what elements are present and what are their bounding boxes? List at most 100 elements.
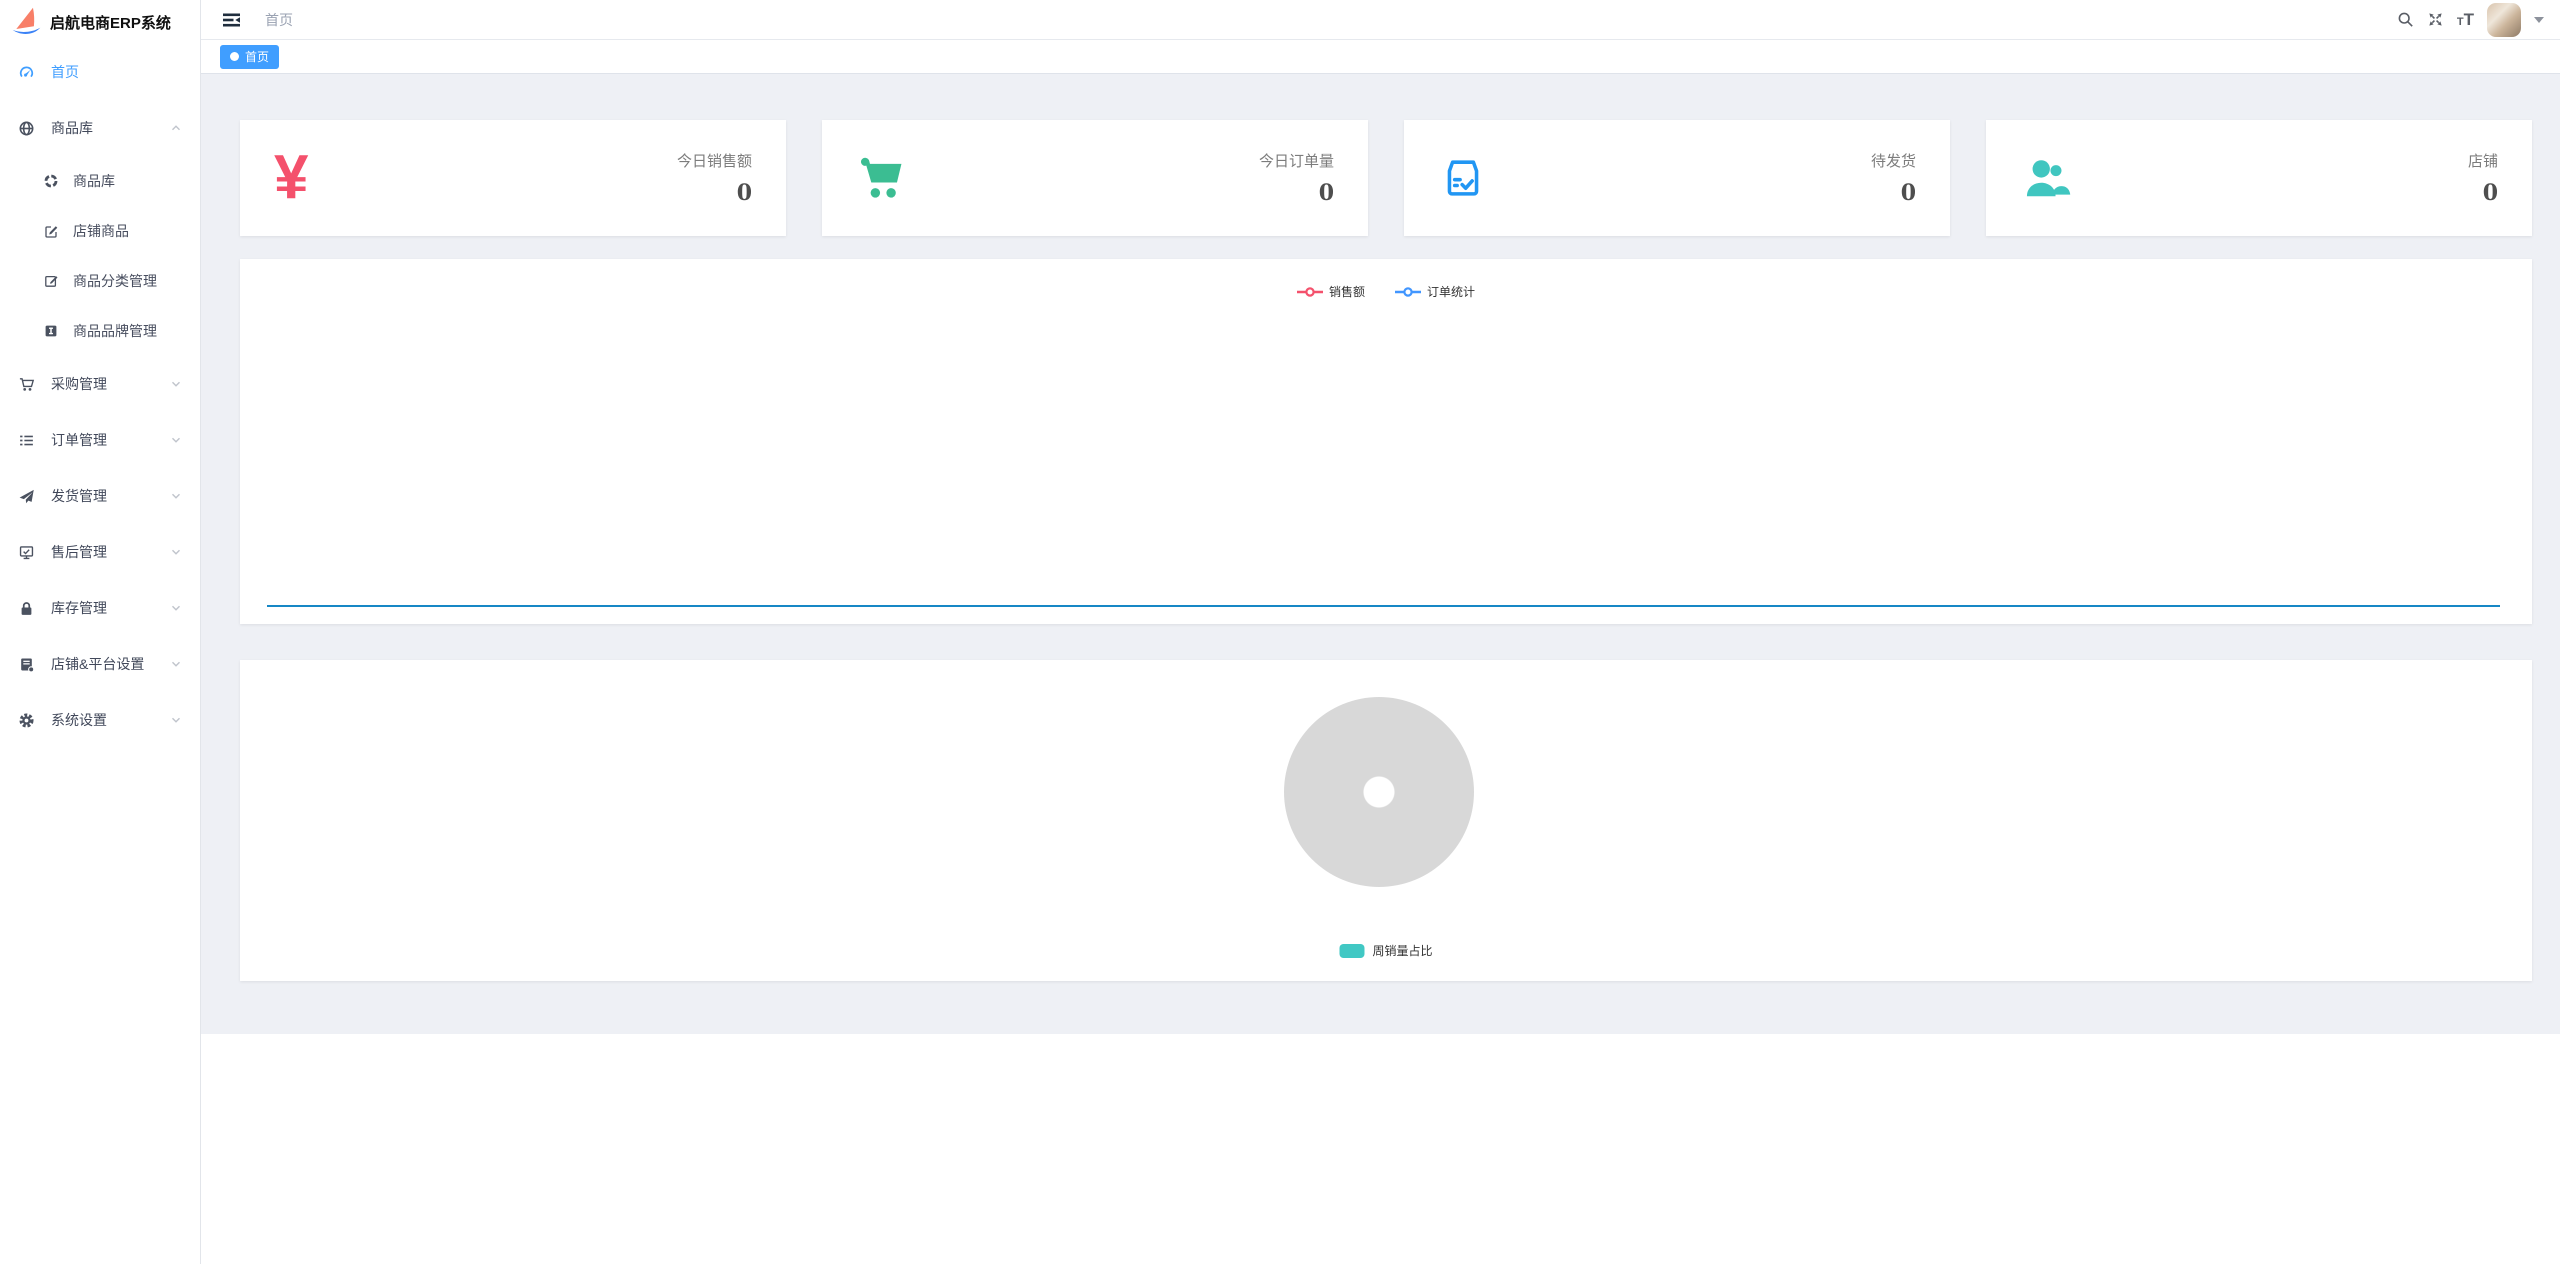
sidebar-item-orders[interactable]: 订单管理 bbox=[0, 412, 200, 468]
stat-card-today-sales: 今日销售额 0 bbox=[240, 120, 786, 236]
fullscreen-icon[interactable] bbox=[2427, 11, 2444, 28]
gear-icon bbox=[18, 712, 35, 729]
line-marker-icon bbox=[1395, 287, 1421, 297]
sidebar-item-label: 订单管理 bbox=[51, 430, 107, 450]
legend-item-sales[interactable]: 销售额 bbox=[1297, 283, 1365, 300]
tab-active-dot bbox=[230, 52, 239, 61]
stat-text: 今日销售额 0 bbox=[677, 150, 752, 206]
erp-dashboard: 启航电商ERP系统 首页 商品库 bbox=[0, 0, 2560, 1264]
sidebar-item-label: 店铺&平台设置 bbox=[51, 654, 144, 674]
sidebar-subitem-product-library[interactable]: 商品库 bbox=[0, 156, 200, 206]
sidebar-subitem-product-category[interactable]: 商品分类管理 bbox=[0, 256, 200, 306]
tabs-bar: 首页 bbox=[201, 40, 2560, 74]
weekly-sales-pie-chart: 周销量占比 bbox=[240, 660, 2532, 981]
info-square-icon bbox=[42, 323, 59, 340]
search-icon[interactable] bbox=[2397, 11, 2414, 28]
sidebar-item-label: 商品分类管理 bbox=[73, 271, 157, 291]
tab-home[interactable]: 首页 bbox=[220, 45, 279, 69]
stat-card-pending-shipment: 待发货 0 bbox=[1404, 120, 1950, 236]
sidebar-item-label: 商品库 bbox=[51, 118, 93, 138]
lock-icon bbox=[18, 600, 35, 617]
list-icon bbox=[18, 432, 35, 449]
journal-icon bbox=[18, 656, 35, 673]
sidebar-item-label: 系统设置 bbox=[51, 710, 107, 730]
stat-text: 今日订单量 0 bbox=[1259, 150, 1334, 206]
breadcrumb[interactable]: 首页 bbox=[265, 10, 293, 30]
chevron-down-icon bbox=[170, 546, 182, 558]
legend-label: 订单统计 bbox=[1427, 283, 1475, 300]
menu-fold-icon[interactable] bbox=[222, 12, 241, 28]
globe-icon bbox=[18, 120, 35, 137]
users-icon bbox=[2020, 152, 2072, 204]
topbar: 首页 TT bbox=[201, 0, 2560, 40]
sidebar-item-product-library[interactable]: 商品库 bbox=[0, 100, 200, 156]
legend-label: 周销量占比 bbox=[1372, 942, 1432, 959]
legend-label: 销售额 bbox=[1329, 283, 1365, 300]
small-t-glyph: T bbox=[2457, 17, 2464, 28]
sidebar-item-shipping[interactable]: 发货管理 bbox=[0, 468, 200, 524]
chevron-up-icon bbox=[170, 122, 182, 134]
line-marker-icon bbox=[1297, 287, 1323, 297]
stat-label: 今日订单量 bbox=[1259, 150, 1334, 171]
sidebar-item-label: 店铺商品 bbox=[73, 221, 129, 241]
sidebar-item-label: 售后管理 bbox=[51, 542, 107, 562]
sailboat-logo-icon bbox=[8, 4, 45, 41]
chevron-down-icon bbox=[170, 602, 182, 614]
edit-square-icon bbox=[42, 273, 59, 290]
sidebar-subitem-product-brand[interactable]: 商品品牌管理 bbox=[0, 306, 200, 356]
stat-value: 0 bbox=[2468, 180, 2498, 206]
sidebar-item-aftersales[interactable]: 售后管理 bbox=[0, 524, 200, 580]
avatar[interactable] bbox=[2487, 3, 2521, 37]
chevron-down-icon bbox=[170, 378, 182, 390]
chevron-down-icon bbox=[170, 490, 182, 502]
pie-chart-legend[interactable]: 周销量占比 bbox=[1339, 942, 1432, 959]
line-chart-legend: 销售额 订单统计 bbox=[240, 283, 2532, 300]
main-header: 首页 TT bbox=[201, 0, 2560, 74]
sidebar-item-label: 商品品牌管理 bbox=[73, 321, 157, 341]
font-size-icon[interactable]: TT bbox=[2457, 11, 2474, 28]
yen-icon bbox=[274, 147, 308, 209]
sidebar-submenu-product-library: 商品库 店铺商品 bbox=[0, 156, 200, 356]
dashboard-icon bbox=[18, 64, 35, 81]
package-check-icon bbox=[1438, 153, 1488, 203]
topbar-actions: TT bbox=[2397, 3, 2544, 37]
sidebar-item-shop-platform-settings[interactable]: 店铺&平台设置 bbox=[0, 636, 200, 692]
stat-text: 待发货 0 bbox=[1871, 150, 1916, 206]
stat-card-shops: 店铺 0 bbox=[1986, 120, 2532, 236]
sidebar-item-system-settings[interactable]: 系统设置 bbox=[0, 692, 200, 748]
legend-swatch bbox=[1339, 944, 1364, 958]
stat-label: 今日销售额 bbox=[677, 150, 752, 171]
chevron-down-icon bbox=[170, 434, 182, 446]
sidebar-subitem-shop-products[interactable]: 店铺商品 bbox=[0, 206, 200, 256]
sidebar-item-purchase[interactable]: 采购管理 bbox=[0, 356, 200, 412]
stat-card-today-orders: 今日订单量 0 bbox=[822, 120, 1368, 236]
app-title: 启航电商ERP系统 bbox=[50, 12, 171, 33]
paper-plane-icon bbox=[18, 488, 35, 505]
sidebar-item-home[interactable]: 首页 bbox=[0, 44, 200, 100]
legend-item-order-stats[interactable]: 订单统计 bbox=[1395, 283, 1475, 300]
sidebar-item-label: 商品库 bbox=[73, 171, 115, 191]
sidebar: 启航电商ERP系统 首页 商品库 bbox=[0, 0, 201, 1264]
chart-x-axis-line bbox=[267, 605, 2500, 607]
stat-value: 0 bbox=[677, 180, 752, 206]
big-t-glyph: T bbox=[2464, 11, 2474, 28]
tab-label: 首页 bbox=[245, 48, 269, 65]
stat-value: 0 bbox=[1259, 180, 1334, 206]
chevron-down-icon bbox=[170, 714, 182, 726]
caret-down-icon[interactable] bbox=[2534, 17, 2544, 28]
dashboard-content: 今日销售额 0 今日订单量 0 bbox=[201, 73, 2560, 1034]
sidebar-item-inventory[interactable]: 库存管理 bbox=[0, 580, 200, 636]
cart-icon bbox=[856, 151, 910, 205]
sidebar-item-label: 发货管理 bbox=[51, 486, 107, 506]
stat-text: 店铺 0 bbox=[2468, 150, 2498, 206]
app-logo-row[interactable]: 启航电商ERP系统 bbox=[0, 0, 200, 44]
stat-label: 待发货 bbox=[1871, 150, 1916, 171]
sidebar-menu: 首页 商品库 商品库 bbox=[0, 44, 200, 748]
chevron-down-icon bbox=[170, 658, 182, 670]
board-check-icon bbox=[18, 544, 35, 561]
sidebar-item-label: 首页 bbox=[51, 62, 79, 82]
sidebar-item-label: 采购管理 bbox=[51, 374, 107, 394]
stat-label: 店铺 bbox=[2468, 150, 2498, 171]
stat-value: 0 bbox=[1871, 180, 1916, 206]
sidebar-item-label: 库存管理 bbox=[51, 598, 107, 618]
